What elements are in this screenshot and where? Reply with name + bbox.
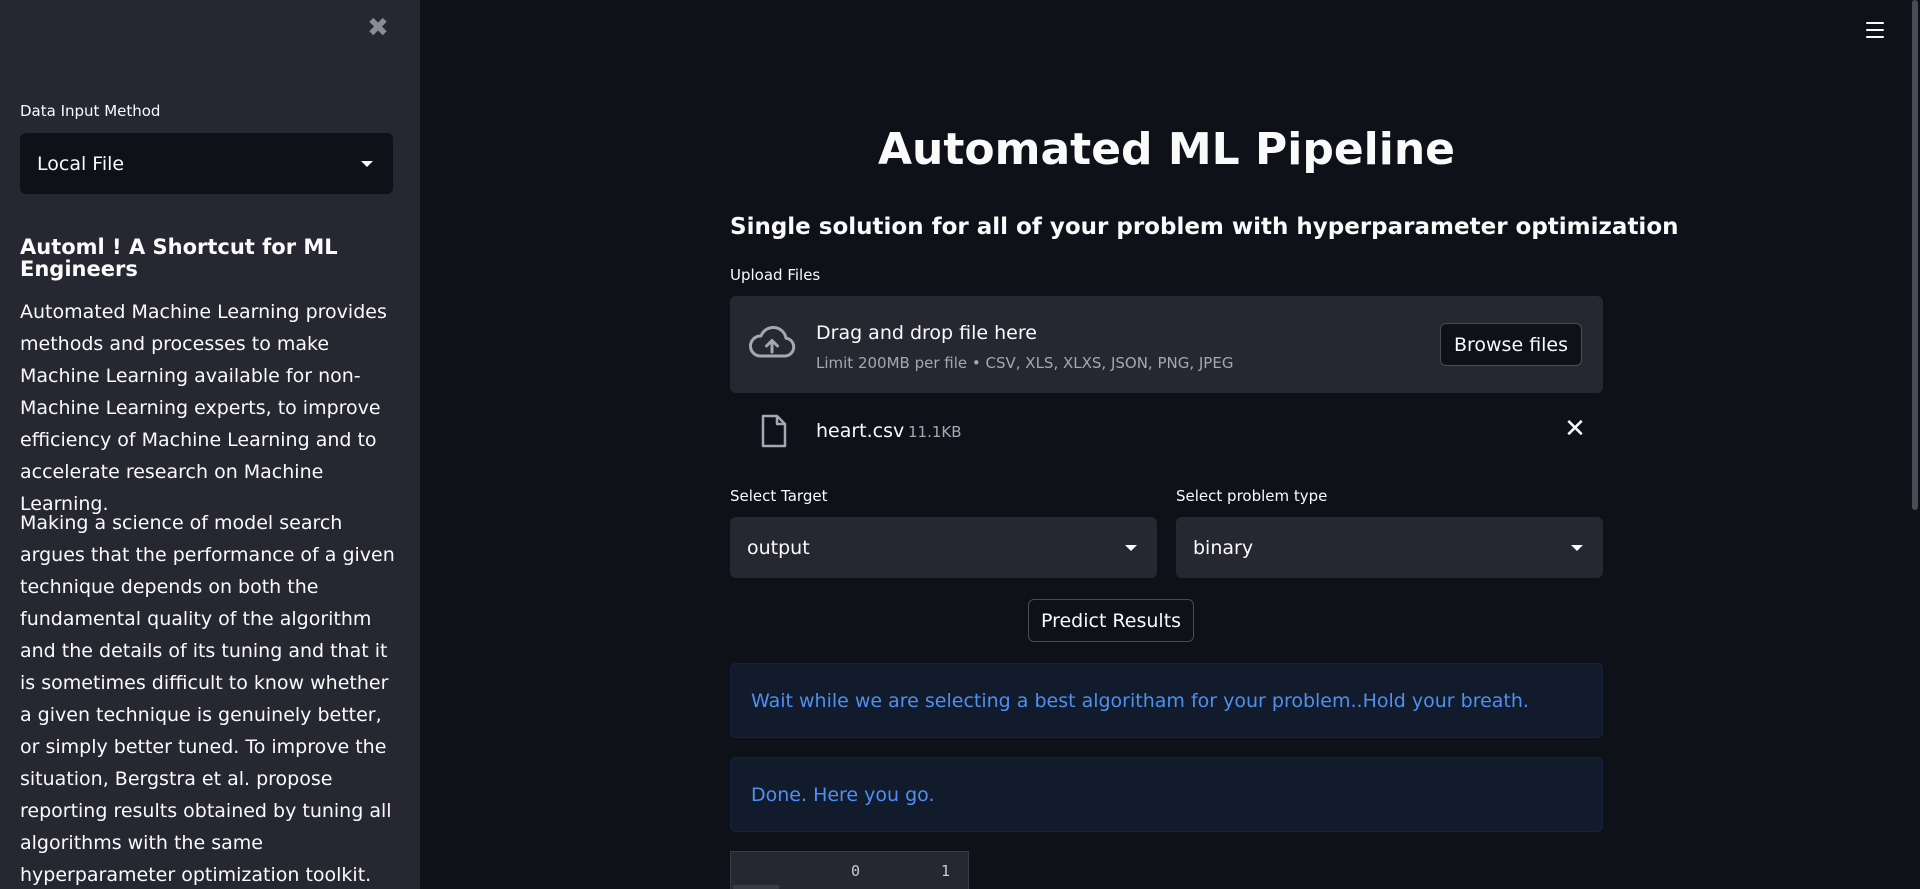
dropzone-instructions: Drag and drop file here: [816, 322, 1037, 344]
uploaded-file: heart.csv 11.1KB ✕: [730, 408, 1603, 452]
info-message: Wait while we are selecting a best algor…: [730, 663, 1603, 738]
scrollbar[interactable]: [1912, 0, 1918, 510]
input-method-value: Local File: [37, 152, 125, 175]
sidebar-heading: Automl ! A Shortcut for ML Engineers: [20, 235, 338, 281]
problem-type-select[interactable]: binary: [1176, 517, 1603, 578]
sidebar-paragraph-2: Making a science of model search argues …: [20, 512, 395, 886]
close-icon[interactable]: ✖: [364, 14, 392, 42]
close-icon[interactable]: ✕: [1560, 414, 1590, 444]
page-title: Automated ML Pipeline: [877, 124, 1455, 175]
upload-label: Upload Files: [730, 266, 821, 284]
table-column-header: 1: [941, 862, 951, 880]
problem-type-value: binary: [1193, 536, 1254, 559]
hamburger-icon[interactable]: [1866, 22, 1884, 38]
input-method-select[interactable]: Local File: [20, 133, 393, 194]
sidebar-paragraph-1: Automated Machine Learning provides meth…: [20, 301, 387, 515]
dropzone-limit: Limit 200MB per file • CSV, XLS, XLXS, J…: [816, 354, 1234, 372]
chevron-down-icon: [1571, 544, 1583, 551]
file-icon: [761, 414, 787, 448]
input-method-label: Data Input Method: [20, 102, 161, 120]
predict-results-button[interactable]: Predict Results: [1028, 599, 1194, 642]
cloud-upload-icon: [749, 325, 796, 358]
file-dropzone[interactable]: Drag and drop file here Limit 200MB per …: [730, 296, 1603, 393]
problem-type-label: Select problem type: [1176, 487, 1328, 505]
info-message: Done. Here you go.: [730, 757, 1603, 832]
table-row: [733, 885, 779, 889]
chevron-down-icon: [361, 160, 373, 167]
file-name: heart.csv: [816, 420, 905, 442]
target-select[interactable]: output: [730, 517, 1157, 578]
sidebar: ✖ Data Input Method Local File Automl ! …: [0, 0, 420, 889]
table-column-header: 0: [851, 862, 861, 880]
target-label: Select Target: [730, 487, 828, 505]
chevron-down-icon: [1125, 544, 1137, 551]
page-subtitle: Single solution for all of your problem …: [730, 214, 1679, 240]
browse-files-button[interactable]: Browse files: [1440, 323, 1582, 366]
target-value: output: [747, 536, 810, 559]
file-size: 11.1KB: [908, 423, 962, 441]
results-table: 0 1: [730, 851, 969, 889]
